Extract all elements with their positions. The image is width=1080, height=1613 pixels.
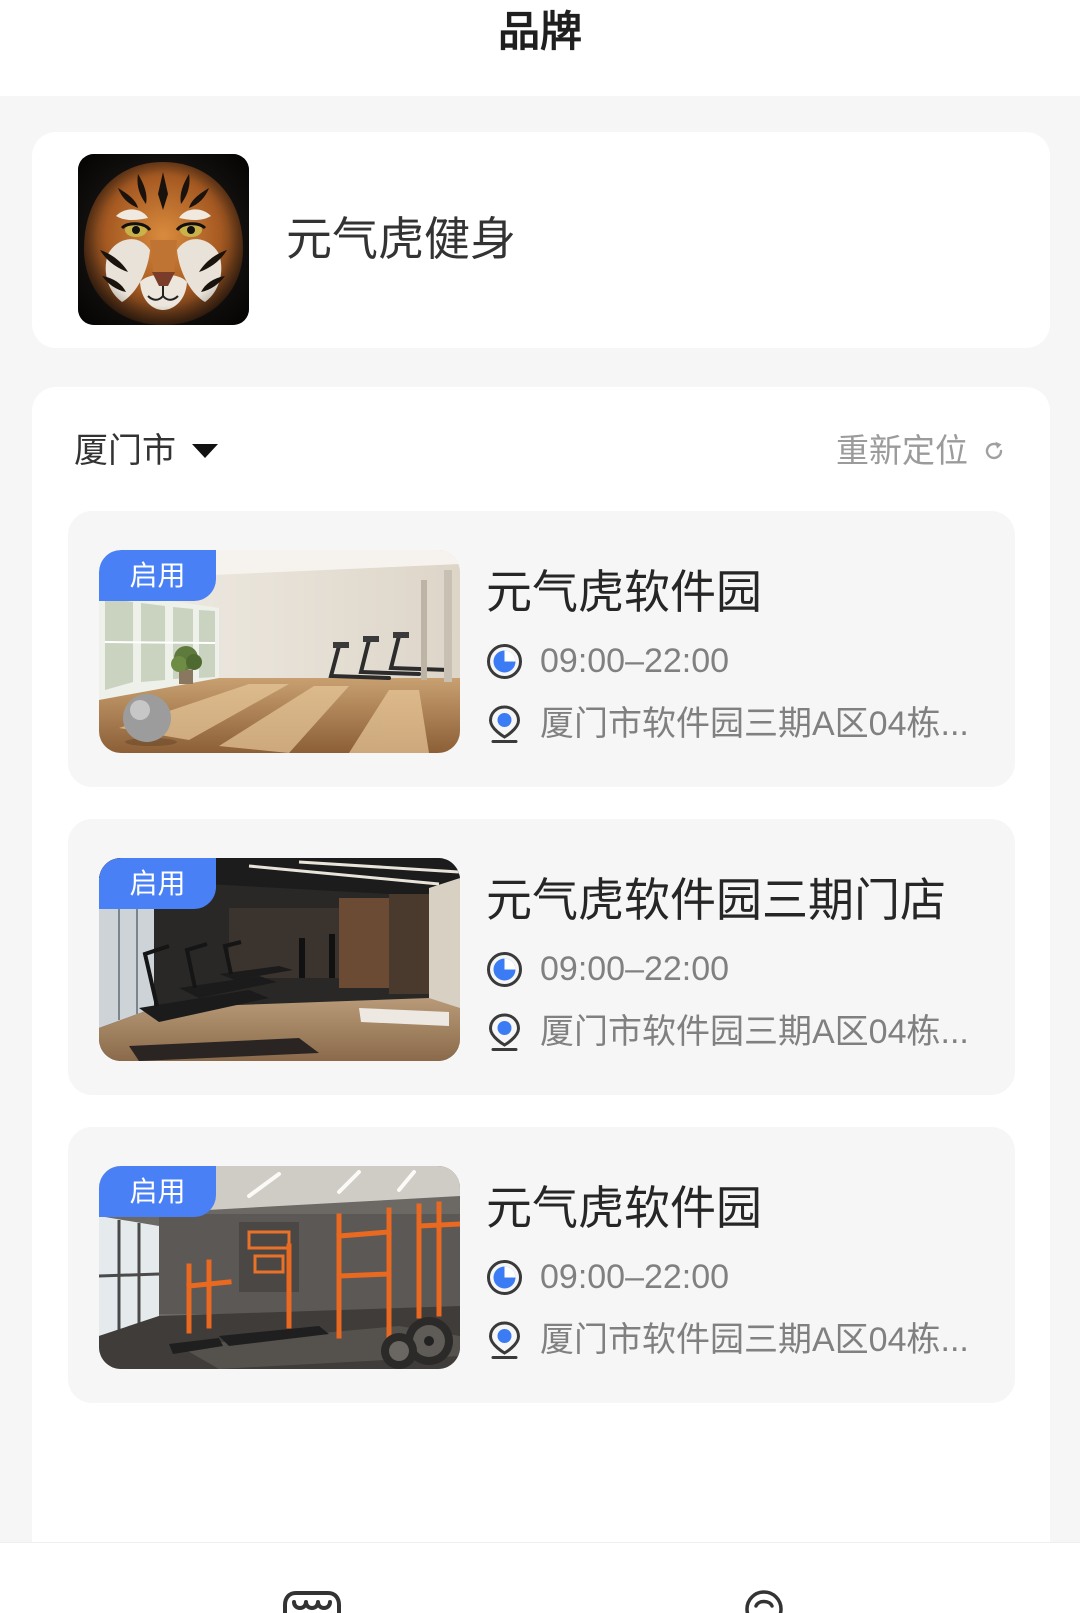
store-address-text: 厦门市软件园三期A区04栋... [540,705,969,743]
smile-icon [745,1590,783,1613]
clock-icon [487,1259,522,1295]
store-address: 厦门市软件园三期A区04栋... [486,1318,1001,1362]
store-image: 启用 [99,550,460,753]
store-name: 元气虎软件园 [486,1182,762,1234]
store-list-panel: 厦门市 重新定位 启用 元气虎软件园 09:00–22:00 厦门市软件园三期A… [32,387,1050,1613]
clock-icon [487,951,522,987]
store-address: 厦门市软件园三期A区04栋... [486,1010,1001,1054]
store-hours-text: 09:00–22:00 [540,642,730,680]
location-pin-icon [488,705,521,743]
tiger-logo [78,154,249,325]
bottom-tab-bar [0,1543,1080,1613]
tab-profile[interactable] [744,1589,784,1613]
status-badge: 启用 [99,550,216,601]
store-card[interactable]: 启用 元气虎软件园 09:00–22:00 厦门市软件园三期A区04栋... [68,1127,1015,1403]
store-hours: 09:00–22:00 [486,639,1001,683]
store-card[interactable]: 启用 元气虎软件园 09:00–22:00 厦门市软件园三期A区04栋... [68,511,1015,787]
store-hours: 09:00–22:00 [486,947,1001,991]
top-nav-bar: 品牌 [0,0,1080,96]
brand-logo [78,154,249,325]
clock-icon [487,643,522,679]
relocate-label: 重新定位 [836,432,968,469]
status-badge: 启用 [99,858,216,909]
status-badge: 启用 [99,1166,216,1217]
store-card[interactable]: 启用 元气虎软件园三期门店 09:00–22:00 厦门市软件园三期A区04栋.… [68,819,1015,1095]
refresh-icon [985,441,1003,460]
location-pin-icon [488,1321,521,1359]
city-selector[interactable]: 厦门市 [74,429,218,473]
shop-icon [283,1591,341,1613]
store-address: 厦门市软件园三期A区04栋... [486,702,1001,746]
location-pin-icon [488,1013,521,1051]
store-hours-text: 09:00–22:00 [540,1258,730,1296]
store-image: 启用 [99,1166,460,1369]
tab-shop[interactable] [279,1589,345,1613]
store-image: 启用 [99,858,460,1061]
brand-name: 元气虎健身 [286,213,516,265]
brand-card: 元气虎健身 [32,132,1050,348]
store-address-text: 厦门市软件园三期A区04栋... [540,1013,969,1051]
store-name: 元气虎软件园三期门店 [486,874,946,926]
store-hours: 09:00–22:00 [486,1255,1001,1299]
page-title: 品牌 [497,8,582,55]
caret-down-icon [192,444,218,458]
city-label: 厦门市 [74,432,176,470]
relocate-button[interactable]: 重新定位 [836,429,1006,473]
store-hours-text: 09:00–22:00 [540,950,730,988]
store-name: 元气虎软件园 [486,566,762,618]
store-address-text: 厦门市软件园三期A区04栋... [540,1321,969,1359]
